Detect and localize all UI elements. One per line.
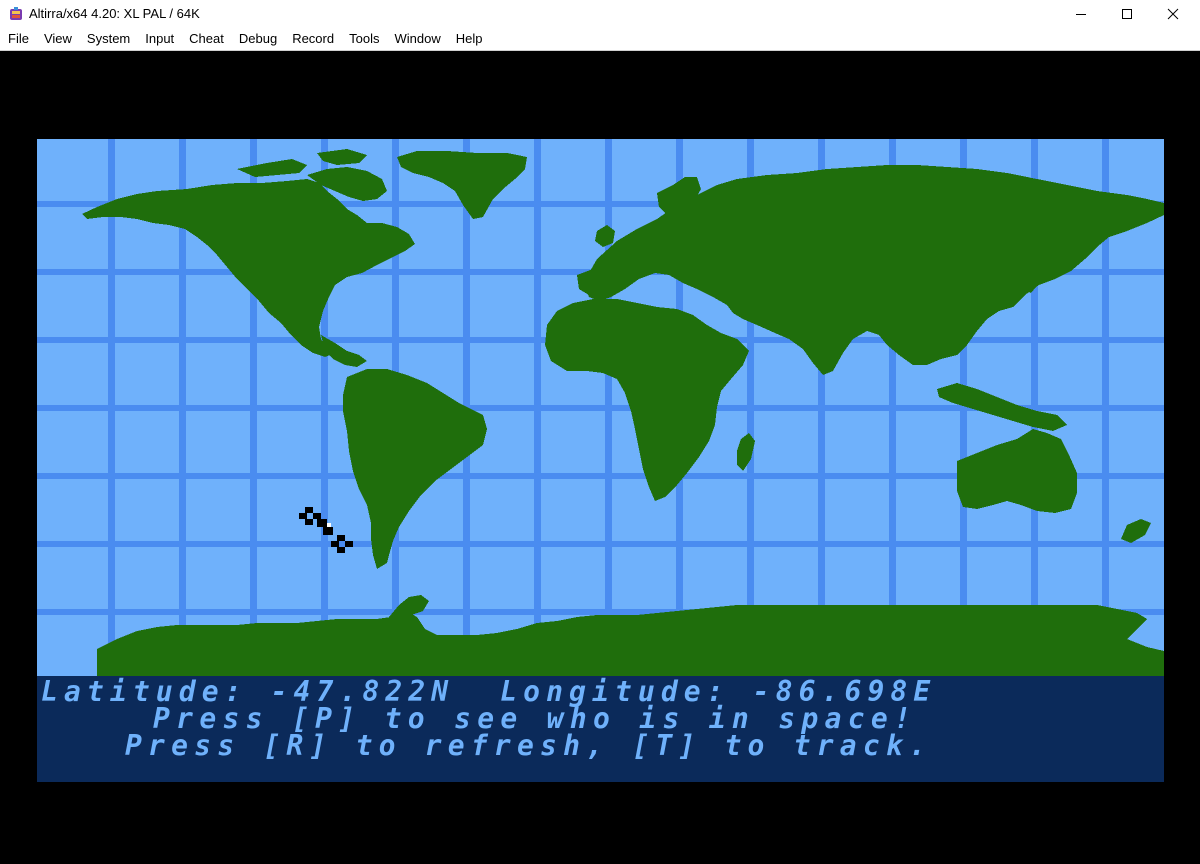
world-map bbox=[37, 139, 1164, 676]
southeast-asia-islands bbox=[937, 383, 1067, 431]
arctic-islands-2 bbox=[317, 149, 367, 165]
australia bbox=[957, 429, 1077, 513]
madagascar bbox=[737, 433, 755, 471]
south-america bbox=[343, 369, 487, 569]
menu-input[interactable]: Input bbox=[138, 28, 182, 50]
menu-system[interactable]: System bbox=[79, 28, 137, 50]
maximize-icon bbox=[1122, 9, 1132, 19]
menu-bar: File View System Input Cheat Debug Recor… bbox=[0, 28, 1200, 50]
altirra-app-icon bbox=[10, 7, 22, 20]
close-button[interactable] bbox=[1150, 0, 1196, 28]
maximize-button[interactable] bbox=[1104, 0, 1150, 28]
central-america bbox=[321, 335, 367, 367]
menu-record[interactable]: Record bbox=[285, 28, 342, 50]
close-icon bbox=[1167, 8, 1179, 20]
window-title: Altirra/x64 4.20: XL PAL / 64K bbox=[29, 6, 200, 21]
greenland bbox=[397, 151, 527, 219]
uk-ireland bbox=[595, 225, 615, 247]
north-america bbox=[82, 179, 415, 357]
menu-file[interactable]: File bbox=[0, 28, 36, 50]
antarctica bbox=[97, 605, 1164, 676]
emulated-screen[interactable]: Latitude: -47.822N Longitude: -86.698E P… bbox=[37, 139, 1164, 782]
menu-window[interactable]: Window bbox=[387, 28, 448, 50]
title-bar: Altirra/x64 4.20: XL PAL / 64K bbox=[0, 0, 1200, 28]
africa bbox=[545, 299, 749, 501]
minimize-icon bbox=[1076, 14, 1086, 15]
status-panel: Latitude: -47.822N Longitude: -86.698E P… bbox=[37, 676, 1164, 782]
satellite-icon bbox=[299, 507, 353, 553]
menu-view[interactable]: View bbox=[36, 28, 79, 50]
minimize-button[interactable] bbox=[1058, 0, 1104, 28]
menu-debug[interactable]: Debug bbox=[231, 28, 284, 50]
antarctic-peninsula bbox=[389, 595, 429, 617]
menu-tools[interactable]: Tools bbox=[342, 28, 387, 50]
continents bbox=[82, 149, 1164, 676]
arctic-islands bbox=[237, 159, 307, 177]
new-zealand bbox=[1121, 519, 1151, 543]
menu-cheat[interactable]: Cheat bbox=[182, 28, 232, 50]
menu-help[interactable]: Help bbox=[448, 28, 490, 50]
emulator-display[interactable]: Latitude: -47.822N Longitude: -86.698E P… bbox=[0, 50, 1200, 864]
press-r-t-instruction: Press [R] to refresh, [T] to track. bbox=[125, 729, 933, 762]
